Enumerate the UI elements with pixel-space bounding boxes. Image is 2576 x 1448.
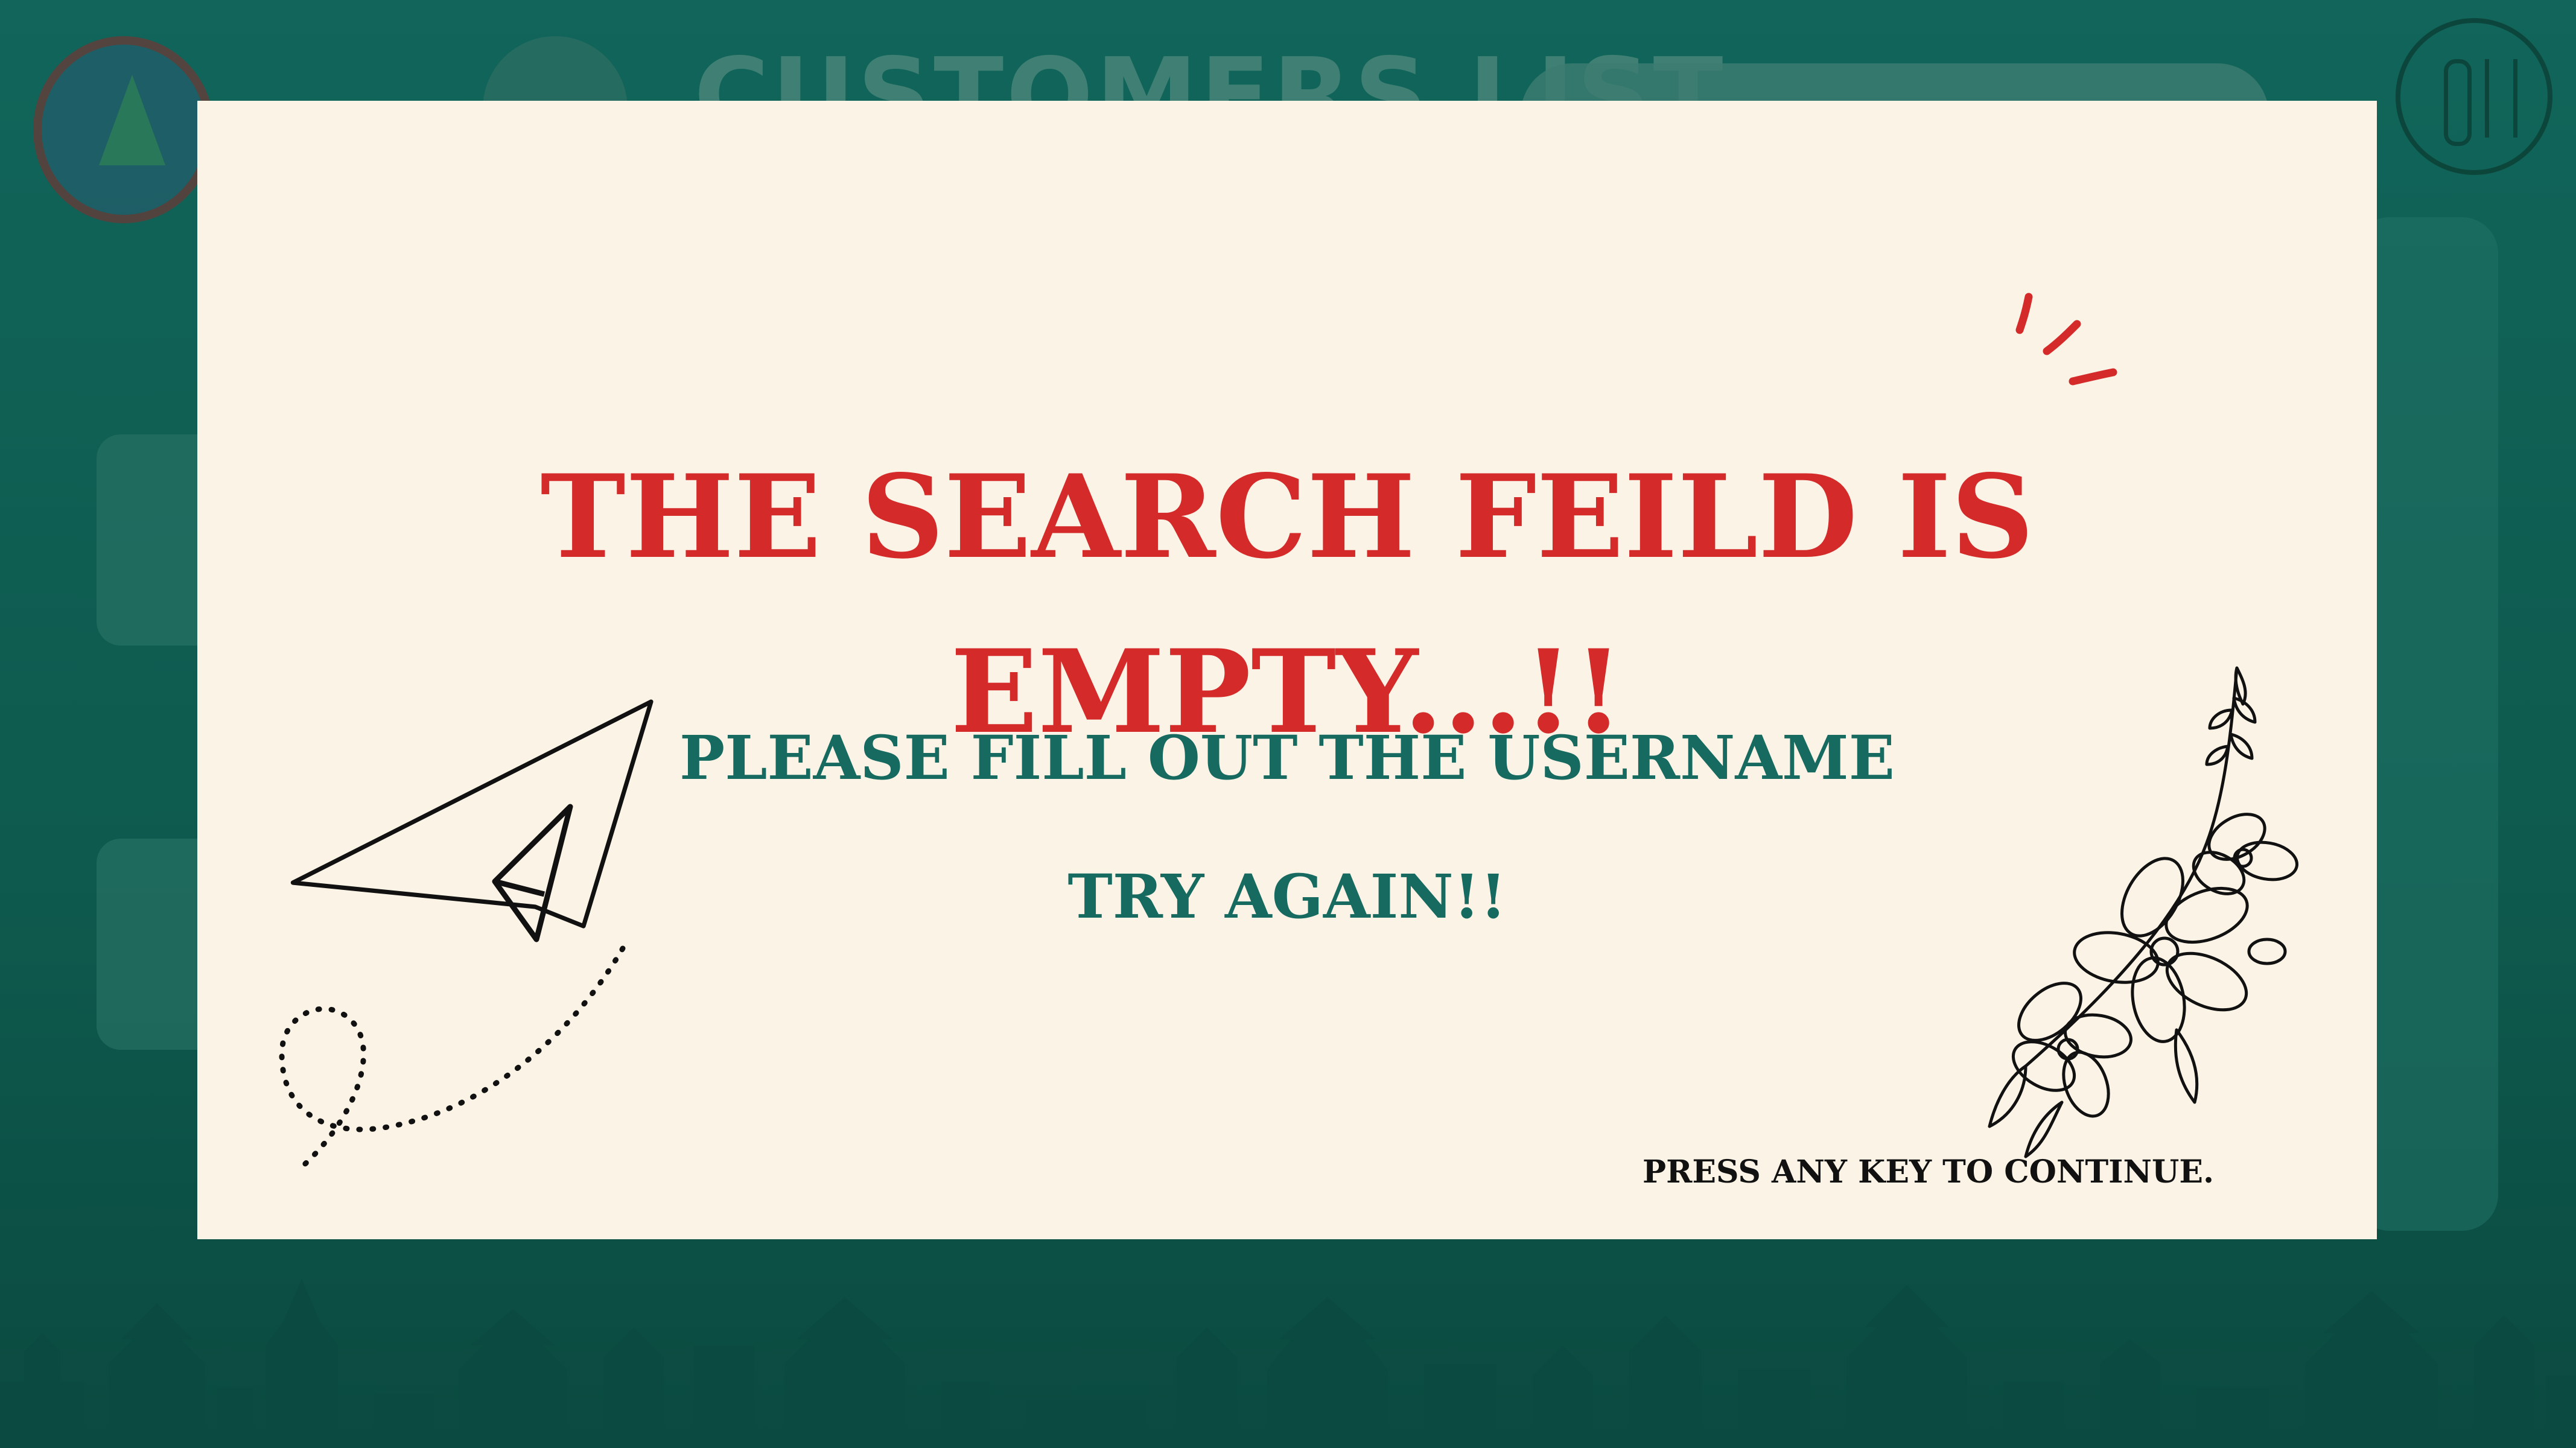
paper-plane-icon (279, 699, 654, 1172)
temple-skyline (0, 1279, 2576, 1448)
college-logo (33, 36, 214, 223)
sparkle-lines-icon (2015, 293, 2117, 386)
headline-line-1: THE SEARCH FEILD IS (540, 449, 2034, 584)
restaurant-icon (2396, 18, 2552, 175)
flower-illustration-icon (1988, 666, 2299, 1158)
error-dialog[interactable]: THE SEARCH FEILD IS EMPTY...!! PLEASE FI… (197, 101, 2377, 1239)
